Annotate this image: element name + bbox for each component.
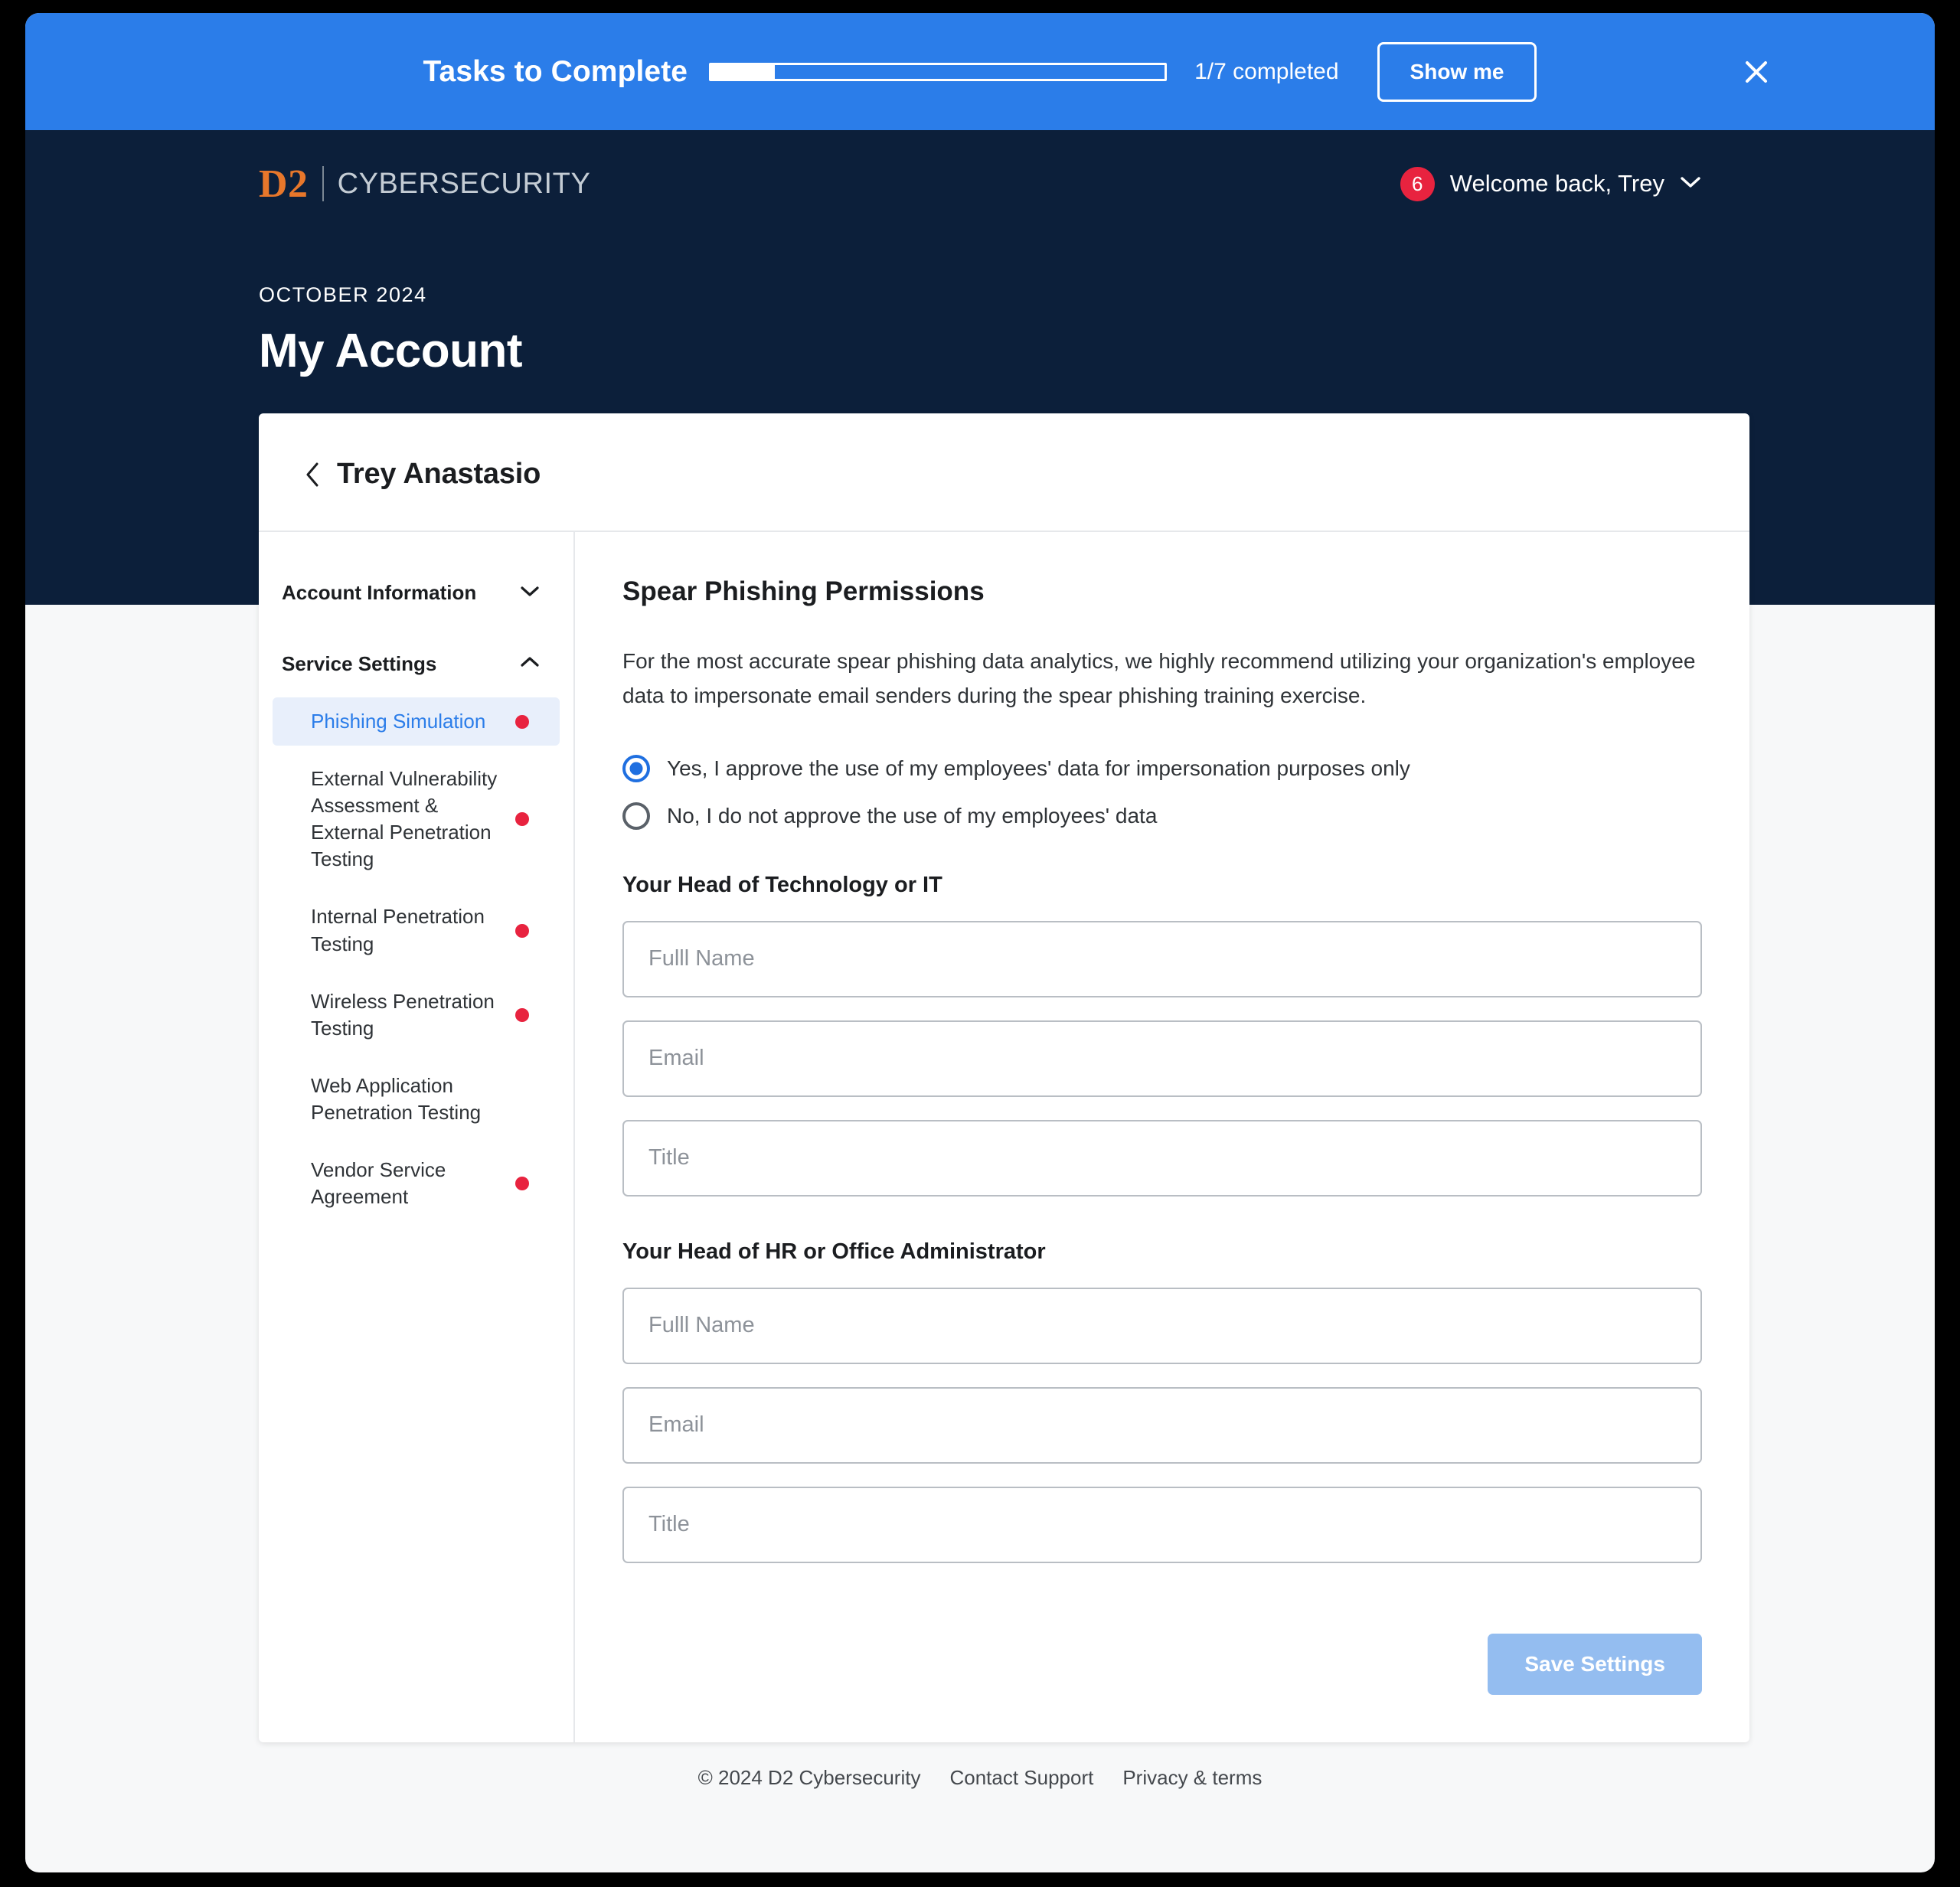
settings-panel: Spear Phishing Permissions For the most … (575, 532, 1749, 1742)
sidebar-group-label: Service Settings (282, 652, 437, 675)
welcome-label: Welcome back, Trey (1449, 170, 1664, 197)
tasks-progress-fill (711, 64, 775, 79)
brand-name: CYBERSECURITY (337, 167, 591, 200)
attention-dot-icon (515, 1007, 529, 1022)
show-me-button[interactable]: Show me (1377, 41, 1537, 102)
attention-dot-icon (515, 714, 529, 729)
save-row: Save Settings (622, 1633, 1702, 1742)
account-card: Trey Anastasio Account Information Servi… (259, 413, 1749, 1742)
hr-full-name-input[interactable] (622, 1287, 1702, 1364)
technology-title-input[interactable] (622, 1119, 1702, 1197)
app-window: Tasks to Complete 1/7 completed Show me … (25, 13, 1935, 1872)
chevron-left-icon[interactable] (305, 462, 320, 488)
technology-email-input[interactable] (622, 1020, 1702, 1097)
radio-selected-icon[interactable] (622, 754, 650, 782)
sidebar-item-phishing-simulation[interactable]: Phishing Simulation (273, 697, 560, 746)
sidebar-item-label: External Vulnerability Assessment & Exte… (311, 767, 498, 871)
sidebar-item-external-vulnerability-assessment[interactable]: External Vulnerability Assessment & Exte… (273, 755, 560, 883)
footer-copyright: © 2024 D2 Cybersecurity (697, 1766, 921, 1789)
close-icon[interactable] (1735, 51, 1778, 93)
page-heading-block: OCTOBER 2024 My Account (25, 237, 1935, 378)
brand-logo[interactable]: D2 CYBERSECURITY (259, 162, 590, 207)
chevron-down-icon[interactable] (1680, 175, 1701, 193)
form-section-title-hr: Your Head of HR or Office Administrator (622, 1239, 1046, 1264)
radio-option-label: Yes, I approve the use of my employees' … (667, 756, 1410, 780)
hr-email-input[interactable] (622, 1386, 1702, 1464)
settings-sidebar: Account Information Service Settings Phi… (259, 532, 575, 1742)
card-header: Trey Anastasio (259, 413, 1749, 532)
sidebar-item-label: Internal Penetration Testing (311, 905, 485, 955)
footer-link-contact-support[interactable]: Contact Support (949, 1766, 1093, 1790)
tasks-progress-bar (709, 62, 1168, 81)
sidebar-group-label: Account Information (282, 581, 477, 604)
sidebar-item-internal-penetration-testing[interactable]: Internal Penetration Testing (273, 893, 560, 968)
radio-option-label: No, I do not approve the use of my emplo… (667, 803, 1158, 828)
attention-dot-icon (515, 1177, 529, 1191)
page-footer: © 2024 D2 Cybersecurity Contact Support … (25, 1766, 1935, 1790)
card-title: Trey Anastasio (337, 458, 541, 490)
form-section-title-technology: Your Head of Technology or IT (622, 872, 942, 897)
footer-link-privacy-terms[interactable]: Privacy & terms (1122, 1766, 1262, 1790)
card-body: Account Information Service Settings Phi… (259, 532, 1749, 1742)
attention-dot-icon (515, 923, 529, 938)
brand-mark: D2 (259, 162, 309, 206)
sidebar-item-label: Wireless Penetration Testing (311, 989, 495, 1040)
permissions-radio-group: Yes, I approve the use of my employees' … (622, 754, 1702, 830)
sidebar-item-label: Phishing Simulation (311, 710, 486, 733)
radio-option-approve[interactable]: Yes, I approve the use of my employees' … (622, 754, 1702, 782)
chevron-down-icon[interactable] (520, 585, 540, 601)
panel-title: Spear Phishing Permissions (622, 576, 985, 606)
brand-divider (322, 166, 324, 201)
tasks-banner-title: Tasks to Complete (423, 54, 688, 88)
sidebar-item-vendor-service-agreement[interactable]: Vendor Service Agreement (273, 1146, 560, 1221)
sidebar-item-label: Web Application Penetration Testing (311, 1073, 482, 1124)
hr-title-input[interactable] (622, 1486, 1702, 1563)
tasks-banner-content: Tasks to Complete 1/7 completed Show me (423, 41, 1537, 102)
tasks-progress-label: 1/7 completed (1194, 58, 1339, 84)
tasks-banner: Tasks to Complete 1/7 completed Show me (25, 13, 1935, 130)
sidebar-item-label: Vendor Service Agreement (311, 1158, 446, 1209)
top-nav: D2 CYBERSECURITY 6 Welcome back, Trey (25, 130, 1935, 237)
sidebar-item-wireless-penetration-testing[interactable]: Wireless Penetration Testing (273, 978, 560, 1053)
page-title: My Account (259, 325, 523, 377)
attention-dot-icon (515, 812, 529, 827)
sidebar-item-web-application-penetration-testing[interactable]: Web Application Penetration Testing (273, 1062, 560, 1137)
radio-option-decline[interactable]: No, I do not approve the use of my emplo… (622, 801, 1702, 830)
sidebar-group-account-information[interactable]: Account Information (259, 569, 573, 617)
notification-badge[interactable]: 6 (1400, 166, 1435, 201)
technology-full-name-input[interactable] (622, 920, 1702, 997)
chevron-up-icon[interactable] (520, 656, 540, 672)
page-eyebrow: OCTOBER 2024 (259, 283, 427, 306)
radio-unselected-icon[interactable] (622, 801, 650, 830)
save-settings-button[interactable]: Save Settings (1488, 1633, 1702, 1695)
sidebar-group-service-settings[interactable]: Service Settings (259, 640, 573, 688)
user-menu[interactable]: 6 Welcome back, Trey (1400, 166, 1701, 201)
panel-description: For the most accurate spear phishing dat… (622, 649, 1696, 708)
